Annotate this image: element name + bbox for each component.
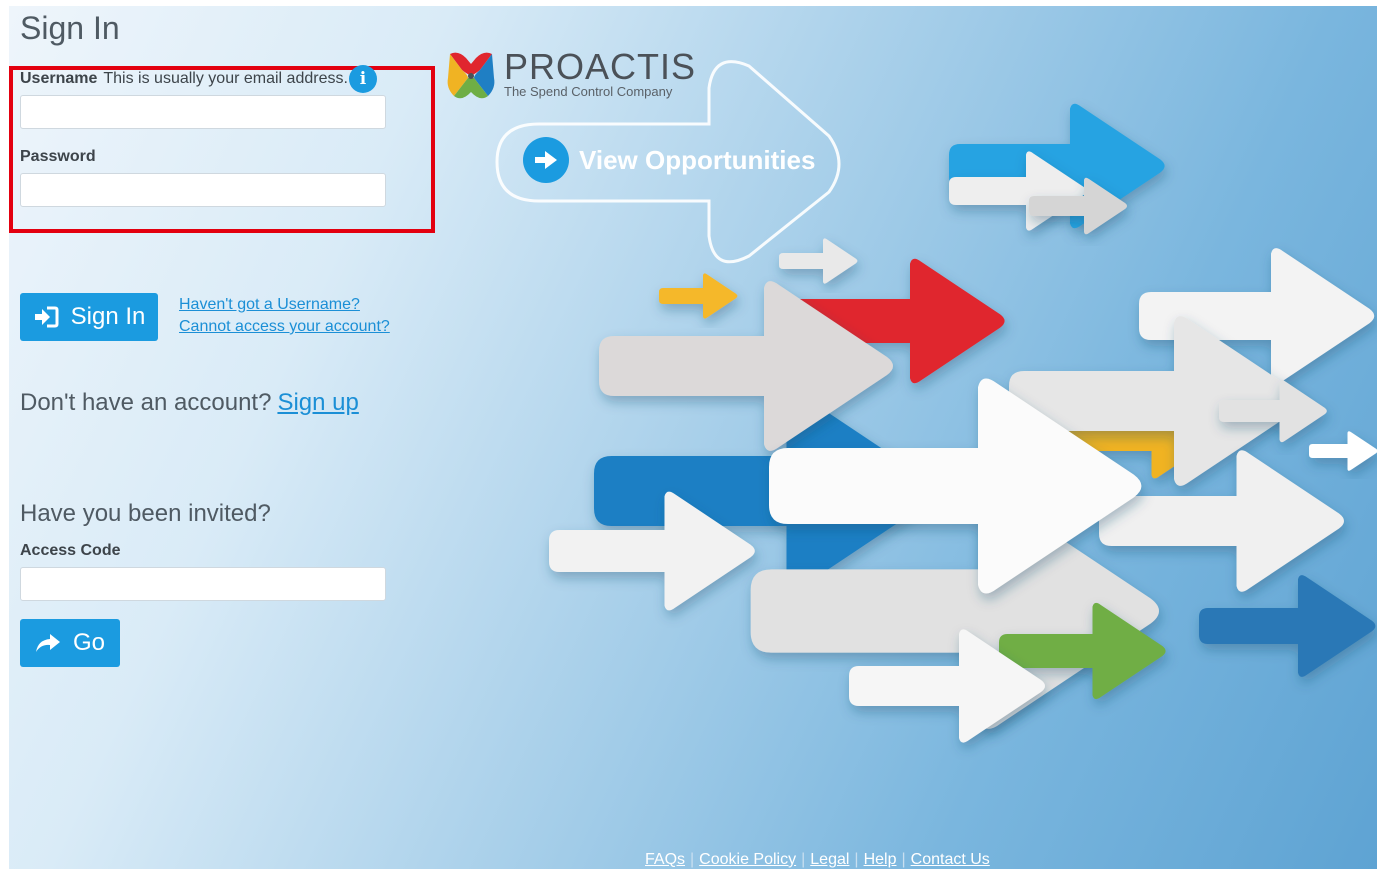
cannot-access-link[interactable]: Cannot access your account?	[179, 316, 390, 338]
footer-link-help[interactable]: Help	[864, 851, 897, 868]
access-code-label: Access Code	[20, 542, 121, 559]
brand-tagline: The Spend Control Company	[504, 84, 673, 99]
view-opportunities-button[interactable]: View Opportunities	[523, 137, 815, 183]
view-opportunities-label: View Opportunities	[579, 144, 816, 175]
footer-separator: |	[901, 851, 906, 868]
page-title: Sign In	[20, 10, 120, 46]
footer-separator: |	[854, 851, 859, 868]
arrow-right-circle-icon	[523, 137, 569, 183]
username-input[interactable]	[20, 95, 386, 129]
sign-in-icon	[34, 306, 59, 328]
sign-in-label: Sign In	[70, 303, 146, 330]
footer-link-legal[interactable]: Legal	[810, 851, 849, 868]
go-button[interactable]: Go	[20, 619, 120, 667]
logo-mark	[447, 52, 495, 99]
signup-prompt: Don't have an account? Sign up	[20, 389, 359, 417]
access-code-input[interactable]	[20, 567, 386, 601]
account-help-links: Haven't got a Username? Cannot access yo…	[179, 294, 390, 338]
footer-link-contact-us[interactable]: Contact Us	[911, 851, 990, 868]
footer-links: FAQs | Cookie Policy | Legal | Help | Contact Us	[645, 851, 990, 869]
signup-prompt-text: Don't have an account?	[20, 389, 272, 416]
footer-separator: |	[801, 851, 806, 868]
password-input[interactable]	[20, 173, 386, 207]
go-label: Go	[72, 629, 105, 656]
footer-separator: |	[690, 851, 695, 868]
sign-in-button[interactable]: Sign In	[20, 293, 158, 341]
password-label: Password	[20, 148, 96, 165]
username-label-text: Username	[20, 70, 98, 87]
footer-link-cookie-policy[interactable]: Cookie Policy	[699, 851, 796, 868]
signup-link[interactable]: Sign up	[277, 389, 358, 416]
info-icon[interactable]: i	[349, 65, 377, 93]
login-page: Sign In Username This is usually your ema…	[9, 6, 1377, 869]
username-label: Username This is usually your email addre…	[20, 70, 348, 88]
share-arrow-icon	[35, 634, 60, 652]
username-hint: This is usually your email address.	[103, 70, 348, 87]
invite-heading: Have you been invited?	[20, 500, 271, 527]
proactis-logo: PROACTIS The Spend Control Company	[444, 46, 695, 107]
forgot-username-link[interactable]: Haven't got a Username?	[179, 294, 390, 316]
brand-name: PROACTIS	[504, 46, 697, 87]
footer-link-faqs[interactable]: FAQs	[645, 851, 685, 868]
